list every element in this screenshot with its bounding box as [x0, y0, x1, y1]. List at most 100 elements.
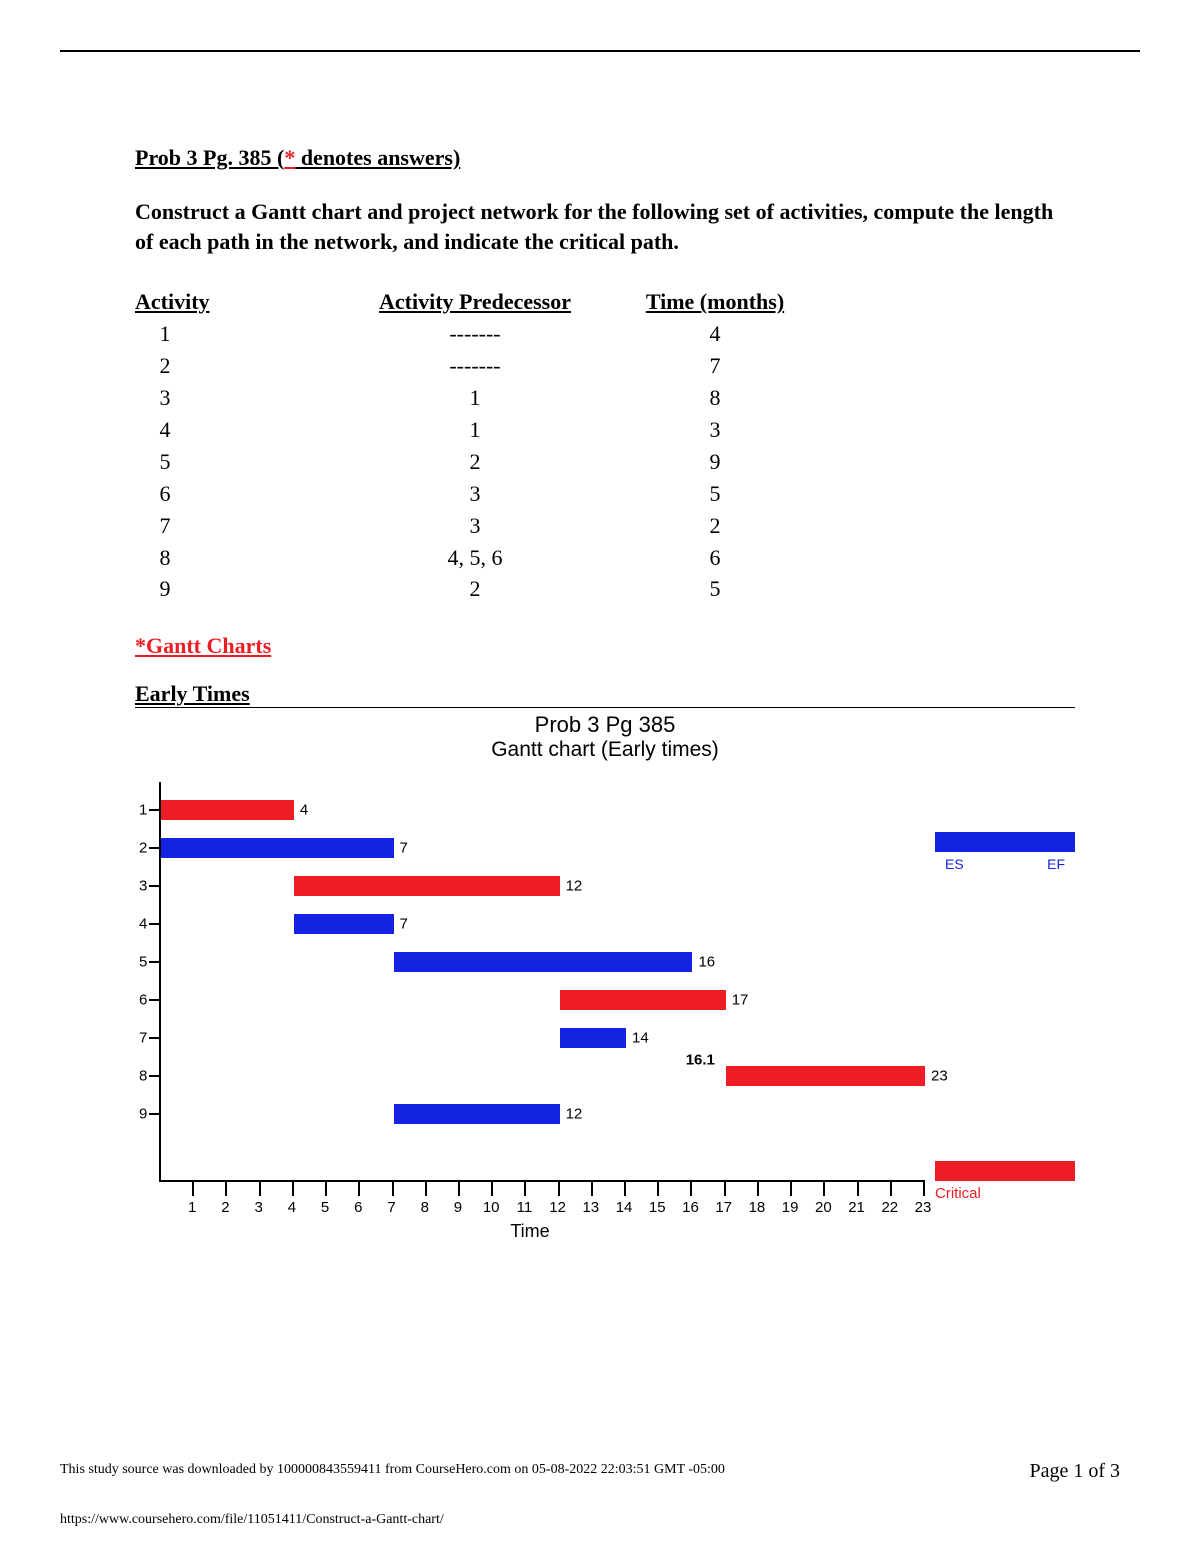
legend-critical-label: Critical: [935, 1185, 981, 1202]
cell-predecessor: 1: [335, 414, 615, 446]
legend-es-label: ES: [945, 856, 964, 872]
bar-end-label: 23: [931, 1067, 948, 1084]
cell-time: 7: [615, 350, 815, 382]
y-axis-label: 6: [139, 991, 147, 1008]
y-axis-label: 9: [139, 1105, 147, 1122]
problem-description: Construct a Gantt chart and project netw…: [135, 197, 1065, 256]
cell-time: 5: [615, 478, 815, 510]
gantt-bar: [560, 1028, 626, 1048]
table-row: 84, 5, 66: [135, 542, 1065, 574]
y-tick: [149, 923, 159, 925]
y-tick: [149, 809, 159, 811]
x-tick-label: 9: [454, 1199, 462, 1216]
footer-url: https://www.coursehero.com/file/11051411…: [60, 1512, 444, 1528]
bar-end-label: 16: [698, 953, 715, 970]
gantt-bar: [294, 914, 394, 934]
chart-title-main: Prob 3 Pg 385: [135, 712, 1075, 737]
cell-predecessor: 3: [335, 510, 615, 542]
cell-time: 4: [615, 318, 815, 350]
x-tick: [591, 1182, 593, 1196]
gantt-bar: [394, 1104, 560, 1124]
x-tick: [657, 1182, 659, 1196]
chart-body: 14273124751661771482316.1912 ES EF Criti…: [135, 792, 1075, 1212]
x-tick-label: 12: [549, 1199, 566, 1216]
cell-predecessor: -------: [335, 318, 615, 350]
table-row: 635: [135, 478, 1065, 510]
cell-predecessor: 2: [335, 573, 615, 605]
bar-end-label: 12: [566, 877, 583, 894]
x-tick-label: 1: [188, 1199, 196, 1216]
cell-time: 2: [615, 510, 815, 542]
content: Prob 3 Pg. 385 (* denotes answers) Const…: [135, 145, 1065, 1212]
x-tick: [524, 1182, 526, 1196]
x-tick: [757, 1182, 759, 1196]
legend-ef-label: EF: [1047, 856, 1065, 872]
cell-activity: 5: [135, 446, 335, 478]
cell-time: 5: [615, 573, 815, 605]
table-row: 732: [135, 510, 1065, 542]
header-activity: Activity: [135, 286, 335, 318]
document-page: Prob 3 Pg. 385 (* denotes answers) Const…: [0, 0, 1200, 1553]
cell-activity: 3: [135, 382, 335, 414]
x-axis: [159, 1180, 925, 1182]
x-tick-label: 22: [881, 1199, 898, 1216]
plot-area: 14273124751661771482316.1912: [161, 792, 925, 1180]
cell-predecessor: 4, 5, 6: [335, 542, 615, 574]
asterisk: *: [284, 145, 295, 170]
table-body: 1-------42-------731841352963573284, 5, …: [135, 318, 1065, 605]
x-tick: [823, 1182, 825, 1196]
x-tick-label: 11: [517, 1199, 533, 1216]
y-axis-label: 2: [139, 839, 147, 856]
y-tick: [149, 961, 159, 963]
y-tick: [149, 999, 159, 1001]
chart-title-sub: Gantt chart (Early times): [135, 738, 1075, 762]
header-predecessor: Activity Predecessor: [335, 286, 615, 318]
chart-title: Prob 3 Pg 385 Gantt chart (Early times): [135, 712, 1075, 761]
cell-activity: 6: [135, 478, 335, 510]
x-tick: [857, 1182, 859, 1196]
header-time: Time (months): [615, 286, 815, 318]
y-axis-label: 4: [139, 915, 147, 932]
bar-end-label: 7: [400, 915, 408, 932]
y-axis-label: 7: [139, 1029, 147, 1046]
x-tick-label: 23: [915, 1199, 932, 1216]
y-tick: [149, 1113, 159, 1115]
x-tick: [292, 1182, 294, 1196]
x-tick-label: 17: [715, 1199, 732, 1216]
x-tick: [558, 1182, 560, 1196]
x-tick-label: 10: [483, 1199, 500, 1216]
cell-predecessor: 2: [335, 446, 615, 478]
x-tick: [690, 1182, 692, 1196]
y-axis-label: 8: [139, 1067, 147, 1084]
y-axis-label: 1: [139, 801, 147, 818]
cell-activity: 2: [135, 350, 335, 382]
x-tick-label: 20: [815, 1199, 832, 1216]
gantt-bar: [726, 1066, 925, 1086]
gantt-section-heading: *Gantt Charts: [135, 633, 1065, 659]
x-tick-label: 6: [354, 1199, 362, 1216]
cell-activity: 4: [135, 414, 335, 446]
x-tick: [923, 1182, 925, 1196]
table-row: 1-------4: [135, 318, 1065, 350]
y-axis-label: 5: [139, 953, 147, 970]
cell-time: 3: [615, 414, 815, 446]
title-text-suffix: denotes answers): [295, 145, 460, 170]
footer-note: This study source was downloaded by 1000…: [60, 1462, 725, 1478]
legend-bar-blue: [935, 832, 1075, 852]
x-tick-label: 19: [782, 1199, 799, 1216]
table-row: 529: [135, 446, 1065, 478]
table-row: 925: [135, 573, 1065, 605]
legend-critical: Critical: [935, 1161, 1075, 1202]
gantt-bar: [294, 876, 560, 896]
cell-time: 8: [615, 382, 815, 414]
x-tick-label: 21: [848, 1199, 865, 1216]
x-tick-label: 8: [421, 1199, 429, 1216]
top-rule: [60, 50, 1140, 52]
early-times-heading: Early Times: [135, 681, 1075, 708]
x-tick: [425, 1182, 427, 1196]
cell-time: 9: [615, 446, 815, 478]
x-tick: [458, 1182, 460, 1196]
x-tick: [192, 1182, 194, 1196]
x-tick: [259, 1182, 261, 1196]
bar-end-label: 14: [632, 1029, 649, 1046]
